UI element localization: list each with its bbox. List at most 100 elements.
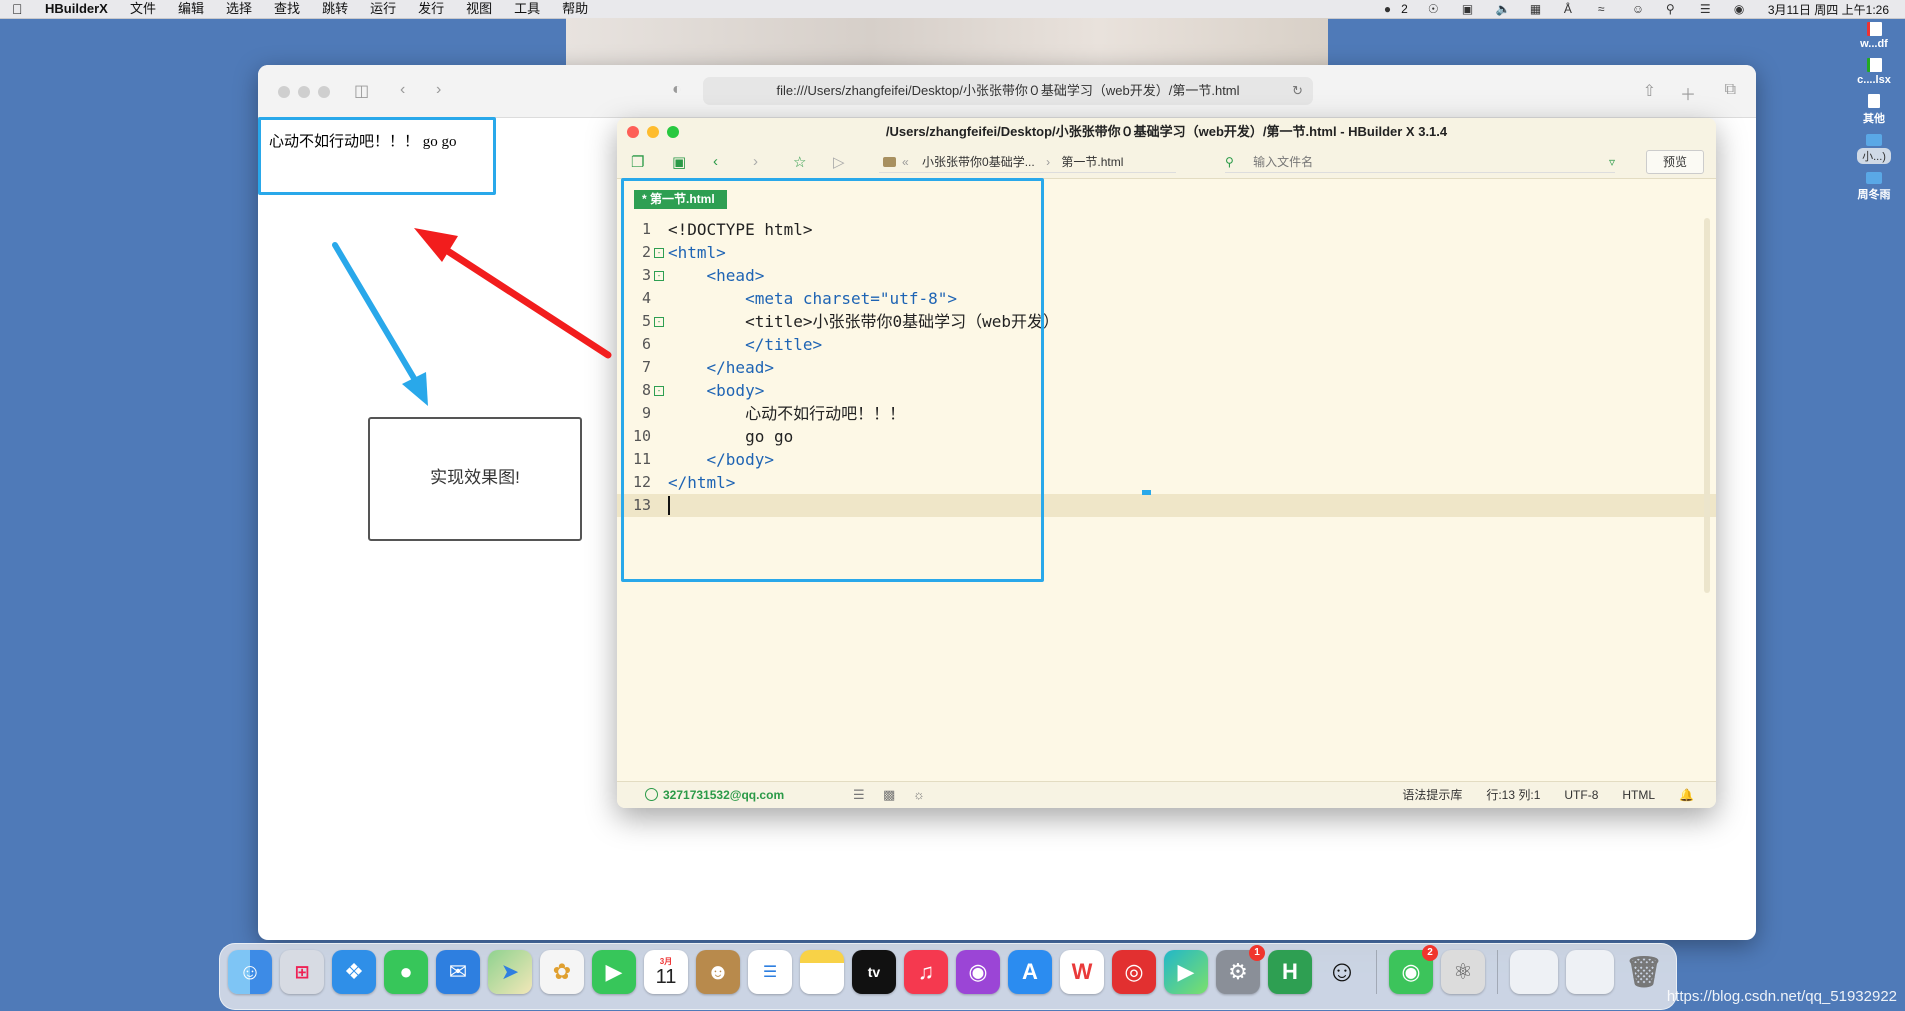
- menu-file[interactable]: 文件: [130, 0, 156, 18]
- hbuilderx-icon[interactable]: H: [1268, 950, 1312, 994]
- calendar-icon[interactable]: 3月 11: [644, 950, 688, 994]
- window-thumbnail-icon[interactable]: [1510, 950, 1558, 994]
- encoding[interactable]: UTF-8: [1564, 782, 1598, 808]
- back-icon[interactable]: ‹: [400, 81, 405, 99]
- fold-toggle-icon[interactable]: -: [654, 386, 664, 396]
- siri-icon[interactable]: ◉: [1734, 3, 1748, 15]
- preview-button[interactable]: 预览: [1646, 150, 1704, 174]
- terminal-icon[interactable]: ▩: [883, 782, 895, 808]
- syntax-library[interactable]: 语法提示库: [1402, 782, 1462, 808]
- breadcrumb-parent[interactable]: 小张张带你0基础学...: [922, 155, 1035, 169]
- user-icon[interactable]: ☺: [1632, 3, 1646, 15]
- address-bar[interactable]: file:///Users/zhangfeifei/Desktop/小张张带你０…: [703, 77, 1313, 105]
- language-mode[interactable]: HTML: [1622, 782, 1655, 808]
- window-thumbnail-icon[interactable]: [1566, 950, 1614, 994]
- back-icon[interactable]: ‹: [713, 153, 718, 170]
- filter-icon[interactable]: ▿: [1609, 152, 1615, 172]
- zoom-window-button[interactable]: [318, 86, 330, 98]
- editor-close-button[interactable]: [627, 126, 639, 138]
- spotlight-search-icon[interactable]: ⚲: [1666, 3, 1680, 15]
- editor-minimize-button[interactable]: [647, 126, 659, 138]
- settings-icon[interactable]: ⚙ 1: [1216, 945, 1265, 994]
- apple-menu-icon[interactable]: : [12, 0, 23, 18]
- contacts-icon[interactable]: ☻: [696, 950, 740, 994]
- trash-icon[interactable]: 🗑: [1622, 950, 1666, 994]
- new-tab-icon[interactable]: ＋: [1680, 81, 1696, 105]
- wechat-status-item[interactable]: ● 2: [1384, 2, 1408, 16]
- fold-toggle-icon[interactable]: -: [654, 248, 664, 258]
- music-icon[interactable]: ♫: [904, 950, 948, 994]
- facetime-icon[interactable]: ▶: [592, 950, 636, 994]
- forward-icon[interactable]: ›: [436, 81, 441, 99]
- user-account[interactable]: 3271731532@qq.com: [645, 782, 784, 808]
- launchpad-icon[interactable]: ⊞: [280, 950, 324, 994]
- player-icon[interactable]: ▶: [1164, 950, 1208, 994]
- wechat-icon[interactable]: ◉ 2: [1389, 945, 1438, 994]
- podcasts-icon[interactable]: ◉: [956, 950, 1000, 994]
- breadcrumb-collapse-icon[interactable]: «: [902, 155, 909, 169]
- effect-annotation-label: 实现效果图!: [430, 468, 520, 487]
- tab-overview-icon[interactable]: ⧉: [1725, 81, 1736, 99]
- menu-clock[interactable]: 3月11日 周四 上午1:26: [1768, 1, 1889, 18]
- share-icon[interactable]: ⇧: [1643, 81, 1656, 101]
- menu-publish[interactable]: 发行: [418, 0, 444, 18]
- messages-icon[interactable]: ●: [384, 950, 428, 994]
- save-icon[interactable]: ▣: [672, 153, 686, 171]
- input-method-icon[interactable]: ▦: [1530, 3, 1544, 15]
- screen-mirroring-icon[interactable]: ▣: [1462, 3, 1476, 15]
- menu-help[interactable]: 帮助: [562, 0, 588, 18]
- netease-music-icon[interactable]: ◎: [1112, 950, 1156, 994]
- sidebar-toggle-icon[interactable]: ◫: [354, 81, 369, 101]
- wps-icon[interactable]: W: [1060, 950, 1104, 994]
- close-window-button[interactable]: [278, 86, 290, 98]
- menu-select[interactable]: 选择: [226, 0, 252, 18]
- code-editor[interactable]: 1 <!DOCTYPE html> 2- <html> 3- <head> 4 <m…: [617, 218, 1716, 517]
- fold-toggle-icon[interactable]: -: [654, 317, 664, 327]
- notes-icon[interactable]: [800, 950, 844, 994]
- outline-icon[interactable]: ☰: [853, 782, 865, 808]
- menu-run[interactable]: 运行: [370, 0, 396, 18]
- control-center-icon[interactable]: ☰: [1700, 3, 1714, 15]
- desktop-folder[interactable]: 周冬雨: [1843, 172, 1905, 202]
- desktop-file[interactable]: c....lsx: [1843, 58, 1905, 86]
- photos-icon[interactable]: ✿: [540, 950, 584, 994]
- menu-goto[interactable]: 跳转: [322, 0, 348, 18]
- tab-first-section[interactable]: * 第一节.html: [634, 190, 727, 209]
- wifi-icon[interactable]: ≈: [1598, 3, 1612, 15]
- minimize-window-button[interactable]: [298, 86, 310, 98]
- tv-icon[interactable]: tv: [852, 950, 896, 994]
- maps-icon[interactable]: ➤: [488, 950, 532, 994]
- desktop-file[interactable]: w...df: [1843, 22, 1905, 50]
- desktop-file[interactable]: 其他: [1843, 94, 1905, 126]
- editor-zoom-button[interactable]: [667, 126, 679, 138]
- cursor-position[interactable]: 行:13 列:1: [1486, 782, 1540, 808]
- menu-find[interactable]: 查找: [274, 0, 300, 18]
- forward-icon[interactable]: ›: [753, 153, 758, 170]
- mail-icon[interactable]: ✉: [436, 950, 480, 994]
- bookmark-star-icon[interactable]: ☆: [793, 153, 806, 171]
- fold-toggle-icon[interactable]: -: [654, 271, 664, 281]
- menu-tools[interactable]: 工具: [514, 0, 540, 18]
- app-menu[interactable]: HBuilderX: [45, 0, 108, 18]
- plugin-icon[interactable]: ☼: [913, 782, 925, 808]
- privacy-shield-icon[interactable]: ◐: [672, 81, 682, 99]
- notification-bell-icon[interactable]: 🔔: [1679, 782, 1694, 808]
- breadcrumb-file[interactable]: 第一节.html: [1061, 155, 1123, 169]
- finder-icon[interactable]: ☺: [228, 950, 272, 994]
- automator-icon[interactable]: ⚛: [1441, 950, 1485, 994]
- bluetooth-icon[interactable]: Å: [1564, 3, 1578, 15]
- qq-icon[interactable]: ☺: [1320, 950, 1364, 994]
- volume-icon[interactable]: 🔈: [1496, 3, 1511, 15]
- accessibility-icon[interactable]: ☉: [1428, 3, 1442, 15]
- menu-view[interactable]: 视图: [466, 0, 492, 18]
- file-search-input[interactable]: ⚲ 输入文件名 ▿: [1225, 152, 1615, 173]
- menu-edit[interactable]: 编辑: [178, 0, 204, 18]
- reload-icon[interactable]: ↻: [1292, 77, 1303, 105]
- run-icon[interactable]: ▷: [833, 153, 845, 171]
- reminders-icon[interactable]: ☰: [748, 950, 792, 994]
- safari-icon[interactable]: ❖: [332, 950, 376, 994]
- new-file-icon[interactable]: ❐: [631, 153, 644, 171]
- appstore-icon[interactable]: A: [1008, 950, 1052, 994]
- desktop-folder[interactable]: 小...): [1843, 134, 1905, 164]
- editor-scrollbar[interactable]: [1704, 218, 1710, 593]
